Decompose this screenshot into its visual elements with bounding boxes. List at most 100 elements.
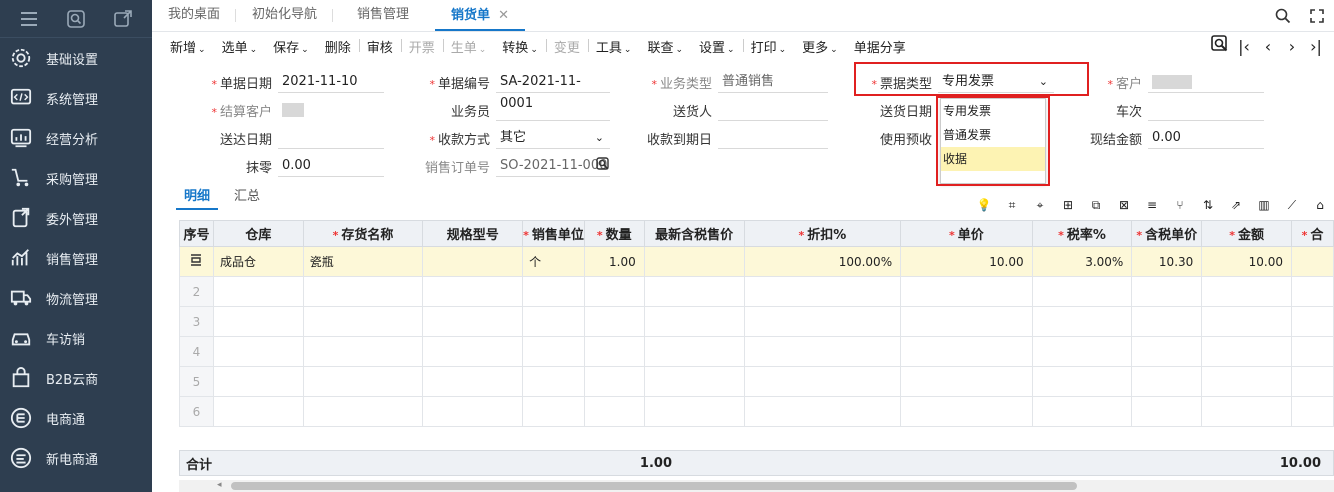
first-record-icon[interactable]: |‹ bbox=[1232, 37, 1256, 56]
table-cell[interactable] bbox=[643, 306, 745, 337]
column-header[interactable]: * 合 bbox=[1291, 220, 1334, 247]
close-icon[interactable]: ✕ bbox=[498, 8, 509, 23]
column-header[interactable]: * 税率% bbox=[1031, 220, 1133, 247]
toolbar-button-9[interactable]: 工具 ⌄ bbox=[587, 37, 640, 56]
table-cell[interactable] bbox=[743, 306, 902, 337]
export-icon[interactable]: ⇗ bbox=[1222, 194, 1250, 216]
tab-summary[interactable]: 汇总 bbox=[226, 186, 268, 210]
table-cell[interactable] bbox=[1201, 396, 1293, 427]
sidebar-item-9[interactable]: 电商通 bbox=[0, 398, 152, 438]
horizontal-scrollbar[interactable]: ◂ bbox=[179, 480, 1334, 492]
table-cell[interactable] bbox=[583, 306, 645, 337]
column-header[interactable]: * 单价 bbox=[900, 220, 1033, 247]
sidebar-item-4[interactable]: 委外管理 bbox=[0, 198, 152, 238]
toolbar-button-14[interactable]: 单据分享 bbox=[846, 37, 914, 56]
table-cell[interactable] bbox=[900, 336, 1033, 367]
table-cell[interactable] bbox=[1131, 396, 1203, 427]
warehouse-icon[interactable]: ⌂ bbox=[1306, 194, 1334, 216]
table-cell[interactable] bbox=[422, 306, 524, 337]
table-cell[interactable] bbox=[302, 396, 424, 427]
sidebar-item-5[interactable]: 销售管理 bbox=[0, 238, 152, 278]
table-cell[interactable] bbox=[743, 276, 902, 307]
table-row[interactable]: 4 bbox=[179, 336, 1334, 367]
sidebar-item-0[interactable]: 基础设置 bbox=[0, 38, 152, 78]
table-cell[interactable] bbox=[212, 366, 304, 397]
table-cell[interactable] bbox=[1031, 336, 1133, 367]
table-cell[interactable]: 1.00 bbox=[583, 246, 645, 277]
scan-icon[interactable]: ⌗ bbox=[998, 194, 1026, 216]
table-cell[interactable] bbox=[1291, 276, 1334, 307]
table-cell[interactable] bbox=[522, 306, 585, 337]
sidebar-item-10[interactable]: 新电商通 bbox=[0, 438, 152, 478]
lookup-icon[interactable] bbox=[596, 157, 610, 179]
table-cell[interactable] bbox=[1031, 306, 1133, 337]
row-handle-icon[interactable] bbox=[179, 246, 214, 277]
scroll-thumb[interactable] bbox=[231, 482, 1077, 490]
tab-sales-doc[interactable]: 销货单 ✕ bbox=[435, 1, 525, 31]
scroll-left-icon[interactable]: ◂ bbox=[217, 480, 222, 490]
table-row[interactable]: 3 bbox=[179, 306, 1334, 337]
table-row[interactable]: 成品仓 瓷瓶个 1.00 100.00% 10.00 3.00% 10.30 10.00 bbox=[179, 246, 1334, 277]
table-cell[interactable] bbox=[212, 276, 304, 307]
table-cell[interactable]: 100.00% bbox=[743, 246, 902, 277]
column-header[interactable]: 仓库 bbox=[212, 220, 304, 247]
column-header[interactable]: * 折扣% bbox=[743, 220, 902, 247]
rounding-input[interactable]: 0.00 bbox=[278, 155, 384, 177]
table-cell[interactable] bbox=[1131, 336, 1203, 367]
table-cell[interactable] bbox=[212, 396, 304, 427]
location-icon[interactable]: ⌖ bbox=[1026, 194, 1054, 216]
table-cell[interactable] bbox=[1291, 336, 1334, 367]
settle-customer-input[interactable] bbox=[278, 99, 384, 121]
next-record-icon[interactable]: › bbox=[1280, 37, 1304, 56]
table-cell[interactable] bbox=[212, 336, 304, 367]
toolbar-button-7[interactable]: 转换 ⌄ bbox=[494, 37, 546, 56]
table-cell[interactable] bbox=[743, 396, 902, 427]
toolbar-button-2[interactable]: 保存 ⌄ bbox=[265, 37, 317, 56]
doc-no-input[interactable]: SA-2021-11-0001 bbox=[496, 71, 610, 111]
table-cell[interactable] bbox=[1131, 366, 1203, 397]
columns-icon[interactable]: ▥ bbox=[1250, 194, 1278, 216]
split-icon[interactable]: ⑂ bbox=[1166, 194, 1194, 216]
last-record-icon[interactable]: ›| bbox=[1304, 37, 1328, 56]
table-cell[interactable] bbox=[743, 366, 902, 397]
table-cell[interactable] bbox=[1201, 306, 1293, 337]
table-cell[interactable]: 个 bbox=[522, 246, 585, 277]
salesman-input[interactable] bbox=[496, 99, 610, 121]
table-cell[interactable] bbox=[583, 336, 645, 367]
column-header[interactable]: * 金额 bbox=[1201, 220, 1293, 247]
toolbar-button-12[interactable]: 打印 ⌄ bbox=[742, 37, 795, 56]
table-cell[interactable] bbox=[1291, 306, 1334, 337]
table-cell[interactable] bbox=[900, 396, 1033, 427]
column-header[interactable]: * 存货名称 bbox=[302, 220, 424, 247]
table-cell[interactable] bbox=[900, 306, 1033, 337]
search-icon[interactable] bbox=[66, 9, 86, 29]
table-cell[interactable] bbox=[583, 366, 645, 397]
table-cell[interactable] bbox=[522, 336, 585, 367]
table-cell[interactable] bbox=[900, 366, 1033, 397]
table-cell[interactable]: 成品仓 bbox=[212, 246, 304, 277]
search-icon[interactable] bbox=[1266, 0, 1300, 32]
sidebar-item-8[interactable]: B2B云商 bbox=[0, 358, 152, 398]
table-cell[interactable] bbox=[302, 336, 424, 367]
sidebar-item-2[interactable]: 经营分析 bbox=[0, 118, 152, 158]
sort-icon[interactable]: ⇅ bbox=[1194, 194, 1222, 216]
column-header[interactable]: 序号 bbox=[179, 220, 214, 247]
table-cell[interactable] bbox=[1031, 366, 1133, 397]
table-cell[interactable]: 10.00 bbox=[1201, 246, 1293, 277]
ruler-icon[interactable]: ⟋ bbox=[1278, 194, 1306, 216]
due-date-input[interactable] bbox=[718, 127, 828, 149]
train-no-input[interactable] bbox=[1148, 99, 1264, 121]
toolbar-button-13[interactable]: 更多 ⌄ bbox=[794, 37, 846, 56]
table-cell[interactable] bbox=[302, 276, 424, 307]
sidebar-item-3[interactable]: 采购管理 bbox=[0, 158, 152, 198]
table-cell[interactable] bbox=[1131, 306, 1203, 337]
tab-desktop[interactable]: 我的桌面 bbox=[152, 0, 237, 31]
table-cell[interactable] bbox=[1291, 396, 1334, 427]
payment-method-select[interactable]: 其它 ⌄ bbox=[496, 127, 610, 149]
table-cell[interactable] bbox=[422, 366, 524, 397]
table-cell[interactable] bbox=[643, 396, 745, 427]
find-record-icon[interactable] bbox=[1208, 35, 1232, 57]
prev-record-icon[interactable]: ‹ bbox=[1256, 37, 1280, 56]
table-cell[interactable] bbox=[212, 306, 304, 337]
sidebar-item-6[interactable]: 物流管理 bbox=[0, 278, 152, 318]
